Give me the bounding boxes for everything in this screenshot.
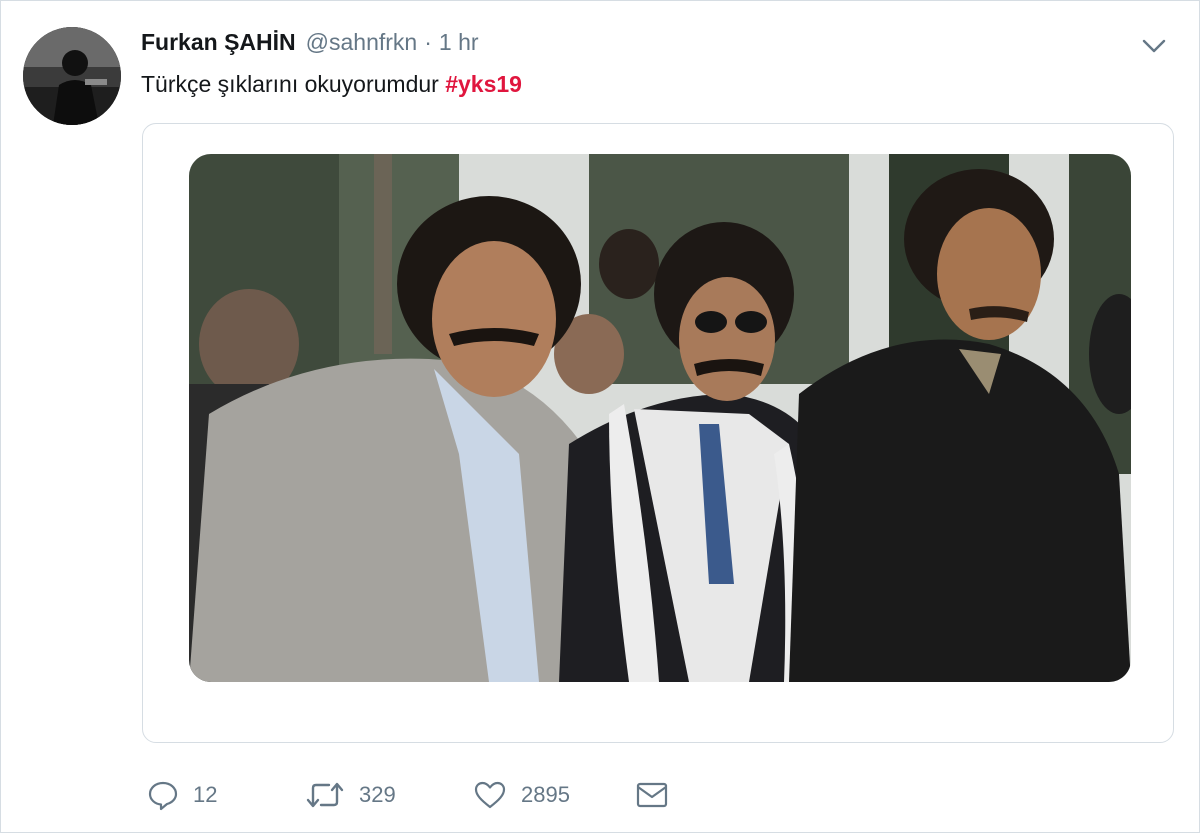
tweet-header: Furkan ŞAHİN @sahnfrkn · 1 hr bbox=[141, 29, 479, 59]
tweet-actions: 12 329 2895 bbox=[141, 773, 841, 817]
like-count: 2895 bbox=[521, 782, 570, 807]
reply-button[interactable]: 12 bbox=[147, 773, 217, 817]
separator-dot: · bbox=[424, 29, 432, 55]
photo-image bbox=[189, 154, 1131, 682]
avatar-image bbox=[23, 27, 121, 125]
tweet-card: Furkan ŞAHİN @sahnfrkn · 1 hr Türkçe şık… bbox=[0, 0, 1200, 833]
media-card bbox=[142, 123, 1174, 743]
user-avatar[interactable] bbox=[23, 27, 121, 125]
tweet-photo[interactable] bbox=[189, 154, 1131, 682]
reply-icon bbox=[147, 779, 179, 811]
tweet-body: Türkçe şıklarını okuyorumdur bbox=[141, 71, 439, 97]
hashtag-link[interactable]: #yks19 bbox=[445, 71, 522, 97]
retweet-count: 329 bbox=[359, 782, 396, 807]
retweet-button[interactable]: 329 bbox=[305, 773, 396, 817]
retweet-icon bbox=[305, 779, 345, 811]
envelope-icon bbox=[635, 779, 669, 811]
user-handle[interactable]: @sahnfrkn bbox=[306, 29, 418, 56]
timestamp[interactable]: 1 hr bbox=[439, 29, 479, 56]
direct-message-button[interactable] bbox=[635, 773, 669, 817]
heart-icon bbox=[473, 779, 507, 811]
chevron-down-icon[interactable] bbox=[1139, 33, 1169, 59]
tweet-text: Türkçe şıklarını okuyorumdur #yks19 bbox=[141, 71, 522, 98]
display-name[interactable]: Furkan ŞAHİN bbox=[141, 29, 296, 56]
like-button[interactable]: 2895 bbox=[473, 773, 570, 817]
reply-count: 12 bbox=[193, 782, 218, 807]
